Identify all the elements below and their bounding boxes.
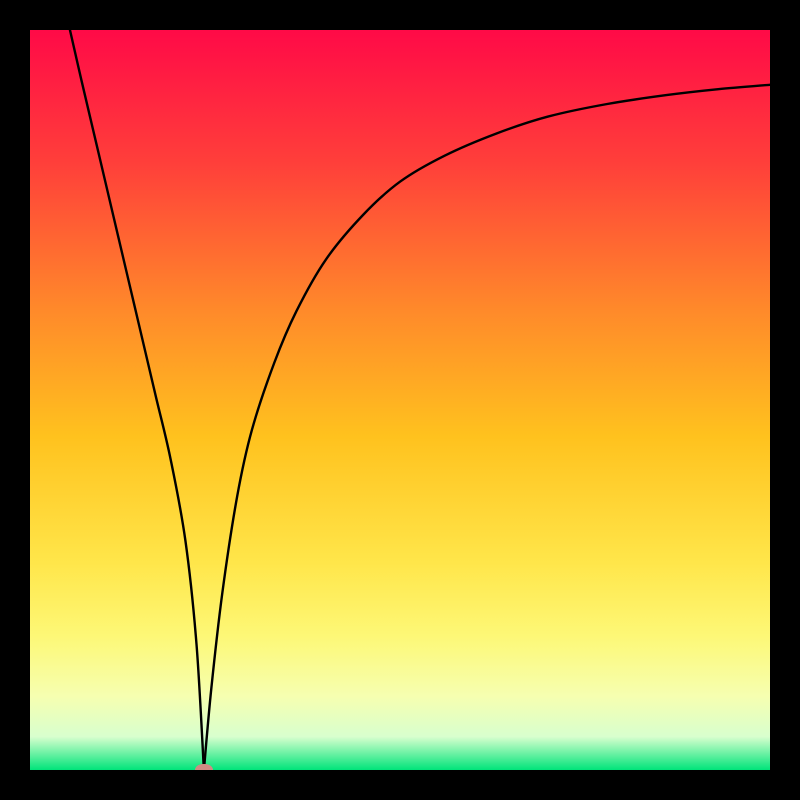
series-left-branch <box>70 30 204 770</box>
line-chart <box>30 30 770 770</box>
series-right-branch <box>204 85 770 770</box>
plot-area <box>30 30 770 770</box>
axis-border-top <box>0 0 800 30</box>
axis-border-bottom <box>0 770 800 800</box>
axis-border-right <box>770 0 800 800</box>
axis-border-left <box>0 0 30 800</box>
